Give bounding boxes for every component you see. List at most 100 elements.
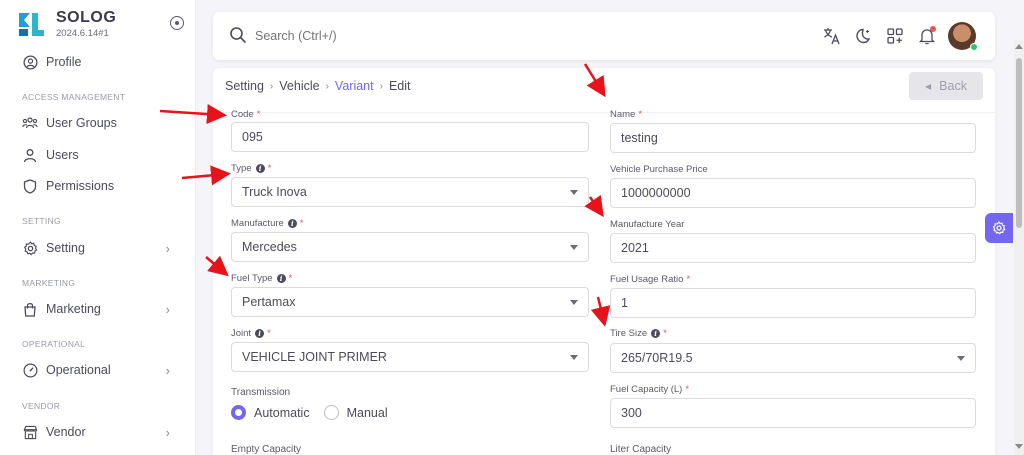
breadcrumb: Setting › Vehicle › Variant › Edit — [225, 79, 411, 93]
tire-size-select[interactable]: 265/70R19.5 — [610, 343, 976, 373]
shield-icon — [22, 178, 38, 194]
caret-left-icon: ◀ — [925, 81, 932, 91]
fuel-usage-ratio-label: Fuel Usage Ratio * — [610, 274, 691, 285]
section-header-setting: SETTING — [22, 216, 61, 226]
users-group-icon — [22, 115, 38, 131]
breadcrumb-vehicle[interactable]: Vehicle — [279, 79, 319, 93]
breadcrumb-setting[interactable]: Setting — [225, 79, 264, 93]
fuel-capacity-field[interactable]: 300 — [610, 398, 976, 428]
joint-label: Joint i * — [231, 328, 271, 339]
info-icon: i — [276, 274, 286, 283]
search-input[interactable] — [255, 25, 555, 47]
apps-add-icon[interactable] — [886, 27, 904, 45]
info-icon: i — [255, 329, 265, 338]
gear-icon — [992, 221, 1006, 235]
sidebar-item-marketing[interactable]: Marketing › — [22, 298, 182, 320]
scroll-down-icon[interactable] — [1015, 444, 1023, 449]
purchase-price-label: Vehicle Purchase Price — [610, 164, 708, 175]
sidebar-toggle-icon[interactable] — [170, 16, 184, 30]
info-icon: i — [287, 219, 297, 228]
variant-edit-card: Setting › Vehicle › Variant › Edit ◀ Bac… — [213, 68, 995, 455]
sidebar-item-label: Operational — [46, 363, 111, 377]
code-label: Code * — [231, 109, 261, 120]
sidebar-item-user-groups[interactable]: User Groups — [22, 112, 182, 134]
section-header-operational: OPERATIONAL — [22, 339, 86, 349]
moon-star-icon[interactable] — [854, 27, 872, 45]
manufacture-label: Manufacture i * — [231, 218, 304, 229]
chevron-down-icon — [570, 245, 578, 250]
sidebar-item-setting[interactable]: Setting › — [22, 237, 182, 259]
transmission-radio-manual[interactable] — [323, 405, 339, 420]
sidebar-item-label: Users — [46, 148, 79, 162]
transmission-radio-group: Automatic Manual — [231, 405, 388, 420]
section-header-vendor: VENDOR — [22, 401, 61, 411]
notification-badge — [930, 26, 936, 32]
name-field[interactable]: testing — [610, 123, 976, 153]
joint-select[interactable]: VEHICLE JOINT PRIMER — [231, 342, 589, 372]
info-icon: i — [651, 329, 661, 338]
chevron-down-icon — [570, 355, 578, 360]
fuel-type-select[interactable]: Pertamax — [231, 287, 589, 317]
back-button-label: Back — [939, 79, 967, 93]
transmission-label: Transmission — [231, 387, 291, 398]
gauge-icon — [22, 362, 38, 378]
translate-icon[interactable] — [823, 27, 841, 45]
search-icon[interactable] — [229, 26, 247, 44]
sidebar-item-label: Profile — [46, 55, 82, 69]
radio-label-automatic: Automatic — [254, 405, 310, 420]
section-header-access-management: ACCESS MANAGEMENT — [22, 92, 126, 102]
sidebar-item-profile[interactable]: Profile — [22, 51, 182, 73]
chevron-down-icon — [957, 356, 965, 361]
sidebar-item-label: Marketing — [46, 302, 101, 316]
chevron-right-icon: › — [165, 425, 170, 440]
type-label: Type i * — [231, 163, 272, 174]
purchase-price-field[interactable]: 1000000000 — [610, 178, 976, 208]
radio-label-manual: Manual — [346, 405, 388, 420]
sidebar-item-label: Permissions — [46, 179, 115, 193]
chevron-down-icon — [570, 300, 578, 305]
store-icon — [22, 424, 38, 440]
section-header-marketing: MARKETING — [22, 278, 76, 288]
scrollbar-thumb[interactable] — [1016, 58, 1022, 228]
breadcrumb-separator: › — [325, 80, 329, 92]
sidebar-item-permissions[interactable]: Permissions — [22, 175, 182, 197]
online-status-dot — [970, 43, 978, 51]
empty-capacity-label: Empty Capacity — [231, 444, 302, 455]
transmission-radio-automatic[interactable] — [231, 405, 246, 420]
fuel-usage-ratio-field[interactable]: 1 — [610, 288, 976, 318]
name-label: Name * — [610, 109, 643, 120]
user-icon — [22, 147, 38, 163]
sidebar-item-vendor[interactable]: Vendor › — [22, 421, 182, 443]
shopping-bag-icon — [22, 301, 38, 317]
breadcrumb-edit: Edit — [388, 79, 411, 93]
chevron-right-icon: › — [165, 302, 170, 317]
brand-name: SOLOG — [56, 9, 117, 26]
sidebar-item-label: Vendor — [46, 425, 86, 439]
liter-capacity-label: Liter Capacity — [610, 444, 672, 455]
user-circle-icon — [22, 54, 38, 70]
scroll-up-icon[interactable] — [1015, 44, 1023, 49]
tire-size-label: Tire Size i * — [610, 328, 667, 339]
breadcrumb-separator: › — [379, 80, 383, 92]
breadcrumb-variant[interactable]: Variant — [335, 79, 374, 93]
chevron-right-icon: › — [165, 241, 170, 256]
type-select[interactable]: Truck Inova — [231, 177, 589, 207]
fuel-capacity-label: Fuel Capacity (L) * — [610, 384, 690, 395]
chevron-down-icon — [570, 190, 578, 195]
fuel-type-label: Fuel Type i * — [231, 273, 293, 284]
brand-version: 2024.6.14#1 — [56, 28, 109, 39]
brand[interactable]: SOLOG 2024.6.14#1 — [16, 8, 191, 40]
back-button[interactable]: ◀ Back — [909, 72, 983, 100]
manufacture-year-field[interactable]: 2021 — [610, 233, 976, 263]
gear-icon — [22, 240, 38, 256]
breadcrumb-separator: › — [269, 80, 274, 92]
manufacture-select[interactable]: Mercedes — [231, 232, 589, 262]
sidebar-item-operational[interactable]: Operational › — [22, 359, 182, 381]
sidebar-item-label: User Groups — [46, 116, 117, 130]
info-icon: i — [255, 164, 265, 173]
sologo-logo-icon — [19, 13, 44, 36]
chevron-right-icon: › — [165, 363, 170, 378]
theme-customizer-button[interactable] — [985, 213, 1013, 243]
code-field[interactable]: 095 — [231, 122, 589, 152]
sidebar-item-users[interactable]: Users — [22, 144, 182, 166]
